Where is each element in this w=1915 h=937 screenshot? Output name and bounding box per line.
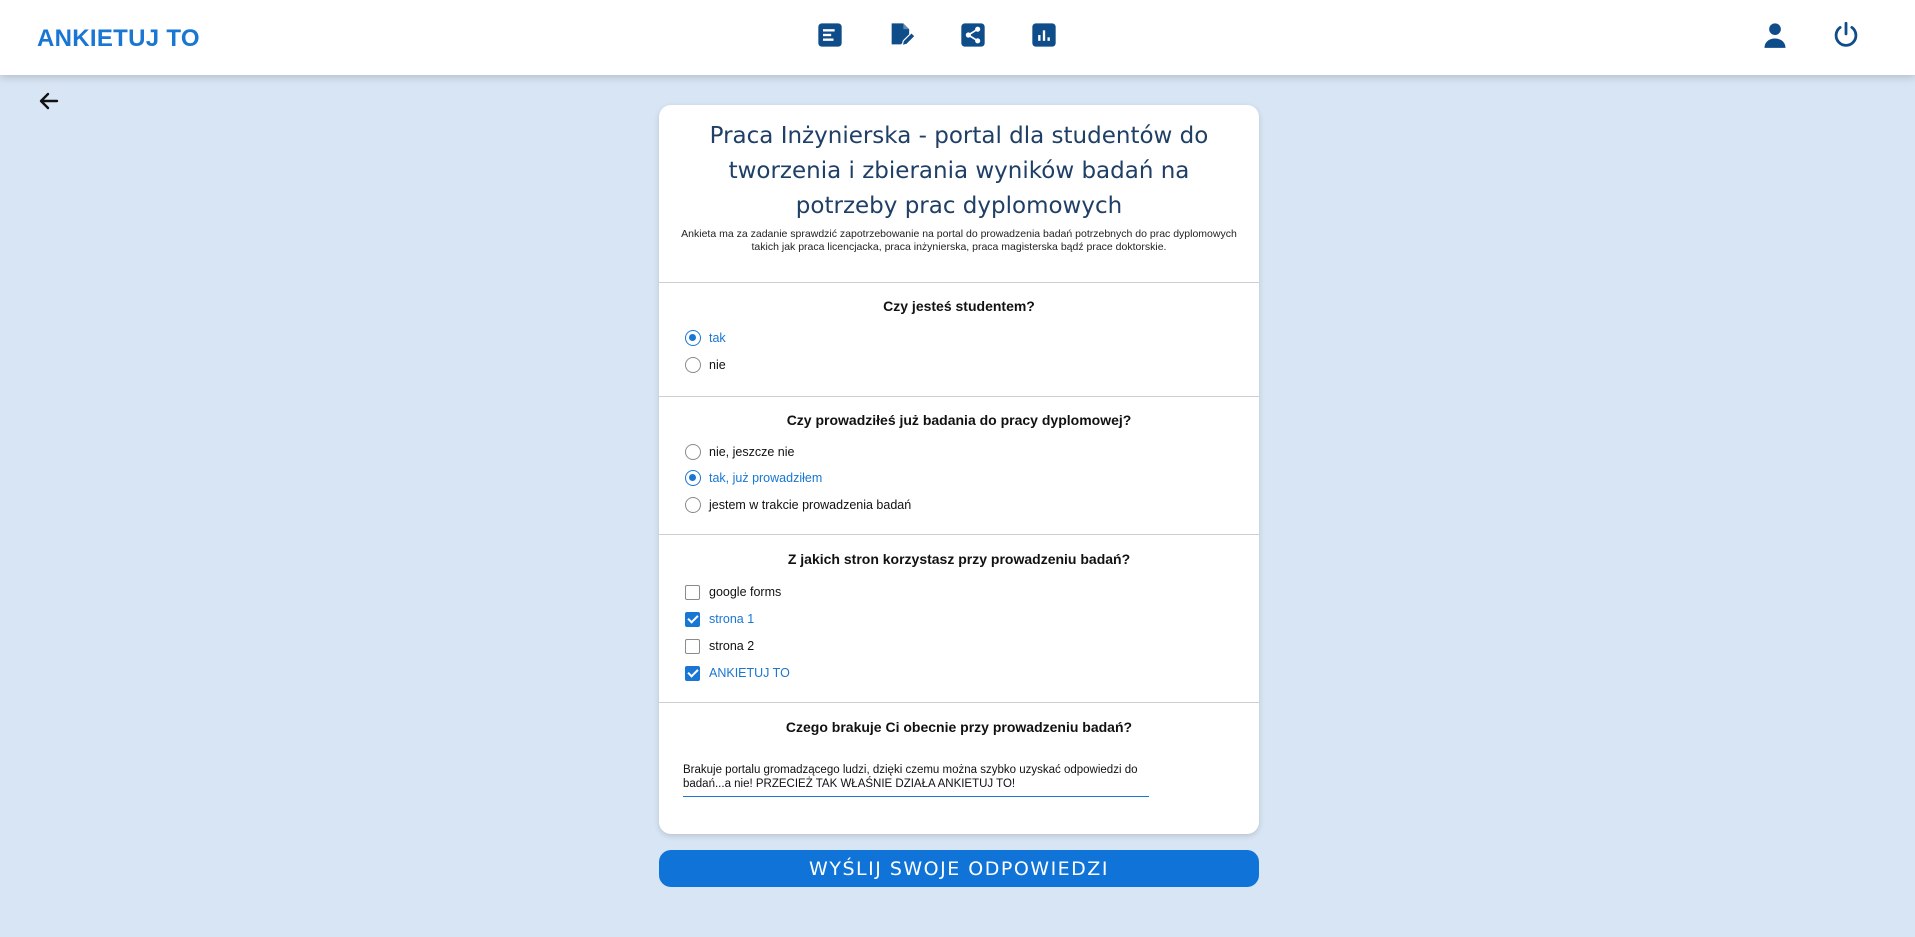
radio-option-tak[interactable]: tak	[685, 328, 726, 348]
checkbox[interactable]	[685, 665, 700, 681]
radio-option-already-done[interactable]: tak, już prowadziłem	[685, 468, 822, 488]
bar-chart-icon[interactable]	[1029, 20, 1059, 50]
option-label: google forms	[709, 585, 782, 599]
power-icon[interactable]	[1831, 20, 1861, 50]
radio-option-nie[interactable]: nie	[685, 355, 726, 375]
checkbox[interactable]	[685, 611, 700, 627]
option-label: tak	[709, 331, 726, 345]
survey-header: Praca Inżynierska - portal dla studentów…	[659, 105, 1259, 283]
radio-button[interactable]	[685, 330, 701, 346]
question-title: Z jakich stron korzystasz przy prowadzen…	[787, 551, 1131, 567]
option-label: ANKIETUJ TO	[709, 666, 790, 680]
back-arrow-icon[interactable]	[34, 86, 64, 116]
user-icon[interactable]	[1760, 20, 1790, 50]
option-label: strona 1	[709, 612, 755, 626]
checkbox-option-strona-1[interactable]: strona 1	[685, 609, 754, 629]
radio-button[interactable]	[685, 470, 701, 486]
option-label: nie	[709, 358, 726, 372]
question-sites-used: Z jakich stron korzystasz przy prowadzen…	[659, 535, 1259, 703]
radio-option-not-yet[interactable]: nie, jeszcze nie	[685, 442, 794, 462]
radio-button[interactable]	[685, 357, 701, 373]
question-title: Czego brakuje Ci obecnie przy prowadzeni…	[785, 719, 1133, 735]
survey-card: Praca Inżynierska - portal dla studentów…	[659, 105, 1259, 834]
option-label: tak, już prowadziłem	[709, 471, 823, 485]
question-title: Czy jesteś studentem?	[883, 298, 1035, 314]
radio-button[interactable]	[685, 497, 701, 513]
checkbox-option-google-forms[interactable]: google forms	[685, 582, 781, 602]
checkbox[interactable]	[685, 584, 700, 600]
survey-title: Praca Inżynierska - portal dla studentów…	[709, 123, 1209, 219]
submit-answers-button[interactable]: WYŚLIJ SWOJE ODPOWIEDZI	[659, 850, 1259, 887]
brand-logo[interactable]: ANKIETUJ TO	[37, 25, 200, 53]
edit-document-icon[interactable]	[886, 20, 916, 50]
share-icon[interactable]	[958, 20, 988, 50]
checkbox-option-ankietuj-to[interactable]: ANKIETUJ TO	[685, 663, 790, 683]
list-icon[interactable]	[815, 20, 845, 50]
checkbox[interactable]	[685, 638, 700, 654]
top-navigation-bar: ANKIETUJ TO	[0, 0, 1915, 75]
answer-text-field[interactable]: Brakuje portalu gromadzącego ludzi, dzię…	[683, 763, 1149, 797]
option-label: strona 2	[709, 639, 755, 653]
question-research-done: Czy prowadziłeś już badania do pracy dyp…	[659, 397, 1259, 535]
option-label: jestem w trakcie prowadzenia badań	[709, 498, 912, 512]
question-student: Czy jesteś studentem? tak nie	[659, 283, 1259, 397]
radio-option-in-progress[interactable]: jestem w trakcie prowadzenia badań	[685, 495, 911, 515]
question-whats-missing: Czego brakuje Ci obecnie przy prowadzeni…	[659, 703, 1259, 834]
option-label: nie, jeszcze nie	[709, 445, 795, 459]
checkbox-option-strona-2[interactable]: strona 2	[685, 636, 754, 656]
survey-description: Ankieta ma za zadanie sprawdzić zapotrze…	[681, 228, 1237, 253]
question-title: Czy prowadziłeś już badania do pracy dyp…	[786, 412, 1132, 428]
radio-button[interactable]	[685, 444, 701, 460]
